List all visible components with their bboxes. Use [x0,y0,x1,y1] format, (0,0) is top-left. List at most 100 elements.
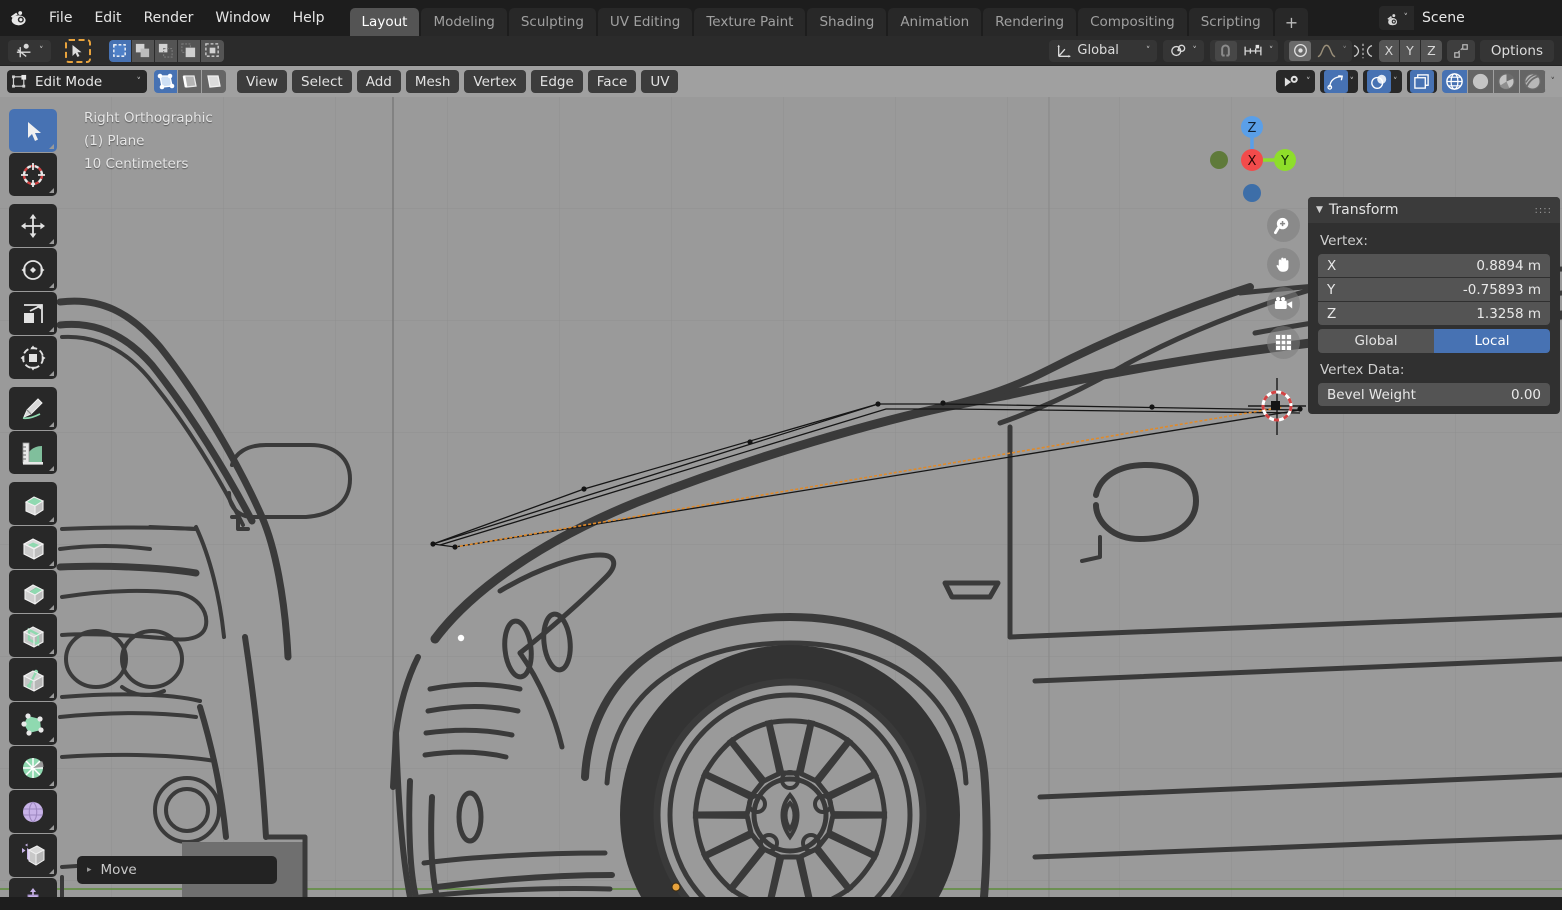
rotate-tool[interactable] [9,248,57,291]
x-mirror-icon[interactable] [1352,42,1374,60]
mesh-select-mode-segment[interactable] [154,70,226,93]
workspace-tab-layout[interactable]: Layout [349,8,420,36]
gizmo-dropdown[interactable]: ˅ [1319,70,1358,93]
viewport-menu-face[interactable]: Face [587,70,637,93]
tweak-tool[interactable] [9,109,57,152]
mode-dropdown[interactable]: Edit Mode ˅ [7,70,147,93]
bevel-weight-field[interactable]: Bevel Weight 0.00 [1318,383,1550,406]
select-tool-highlight[interactable] [64,38,91,63]
3d-viewport[interactable]: Right Orthographic (1) Plane 10 Centimet… [0,97,1562,897]
select-invert-icon[interactable] [177,39,201,62]
viewport-menu-select[interactable]: Select [292,70,352,93]
xray-group[interactable] [1406,70,1437,93]
edge-slide-tool[interactable] [9,834,57,877]
workspace-tab-sculpting[interactable]: Sculpting [508,8,596,36]
proportional-edit-toggle[interactable] [1289,40,1312,61]
rendered-shading-icon[interactable] [1519,70,1546,93]
proportional-editing-group[interactable]: ˅ [1284,39,1352,62]
vertex-select-icon[interactable] [154,70,178,93]
vertex-x-field[interactable]: X 0.8894 m [1318,254,1550,277]
shading-mode-segment[interactable] [1441,70,1546,93]
select-new-icon[interactable] [108,39,132,62]
visibility-dropdown[interactable]: ˅ [1276,70,1315,93]
measure-tool[interactable] [9,431,57,474]
navigation-axis-gizmo[interactable]: Z Y X [1197,105,1307,215]
workspace-tab-modeling[interactable]: Modeling [421,8,507,36]
edge-select-icon[interactable] [178,70,202,93]
operator-panel[interactable]: ▸ Move [77,856,277,884]
poly-build-tool[interactable] [9,702,57,745]
pivot-point-dropdown[interactable]: ˅ [1163,39,1204,62]
menu-window[interactable]: Window [204,5,281,31]
knife-tool[interactable] [9,658,57,701]
menu-help[interactable]: Help [282,5,336,31]
options-button[interactable]: Options [1479,39,1554,62]
menu-render[interactable]: Render [133,5,205,31]
transform-orientation-dropdown[interactable]: Global ˅ [1049,39,1158,62]
loop-cut-tool[interactable] [9,614,57,657]
move-tool[interactable] [9,204,57,247]
chevron-down-icon[interactable]: ˅ [1551,77,1556,87]
cursor-tool[interactable] [9,153,57,196]
vertex-y-field[interactable]: Y -0.75893 m [1318,278,1550,301]
overlays-toggle-button[interactable] [1367,70,1391,93]
toggle-perspective-button[interactable] [1267,326,1300,359]
wireframe-shading-icon[interactable] [1441,70,1468,93]
gizmo-toggle-button[interactable] [1323,70,1348,93]
scale-tool[interactable] [9,292,57,335]
viewport-menu-uv[interactable]: UV [641,70,679,93]
workspace-tab-animation[interactable]: Animation [888,8,982,36]
viewport-menu-add[interactable]: Add [356,70,401,93]
space-local-button[interactable]: Local [1434,329,1550,353]
mirror-axis-x[interactable]: X [1378,39,1400,62]
face-select-icon[interactable] [202,70,226,93]
select-subtract-icon[interactable] [154,39,178,62]
inset-faces-tool[interactable] [9,526,57,569]
mirror-axis-y[interactable]: Y [1399,39,1421,62]
solid-shading-icon[interactable] [1467,70,1494,93]
drag-grip-icon[interactable]: :::: [1535,205,1552,215]
annotate-tool[interactable] [9,387,57,430]
gizmo-z-negative[interactable] [1243,184,1261,202]
scene-selector[interactable]: ˅ [1378,6,1414,30]
vertex-z-field[interactable]: Z 1.3258 m [1318,302,1550,325]
smooth-tool[interactable] [9,790,57,833]
shrink-fatten-tool[interactable] [9,878,57,897]
transform-tool[interactable] [9,336,57,379]
blender-logo-icon[interactable] [0,0,38,36]
select-extend-icon[interactable] [131,39,155,62]
transform-panel-header[interactable]: ▼ Transform :::: [1308,197,1560,223]
select-intersect-icon[interactable] [200,39,224,62]
viewport-menu-vertex[interactable]: Vertex [464,70,526,93]
mirror-axis-z[interactable]: Z [1420,39,1442,62]
bevel-tool[interactable] [9,570,57,613]
workspace-tab-uv-editing[interactable]: UV Editing [597,8,693,36]
menu-edit[interactable]: Edit [83,5,132,31]
active-tool-button[interactable]: ˅ [8,39,51,62]
pan-button[interactable] [1267,248,1300,281]
overlays-dropdown[interactable]: ˅ [1363,70,1402,93]
viewport-menu-edge[interactable]: Edge [530,70,583,93]
zoom-button[interactable] [1267,209,1300,242]
gizmo-y-negative[interactable] [1210,151,1228,169]
workspace-tab-compositing[interactable]: Compositing [1078,8,1187,36]
add-workspace-button[interactable]: + [1274,8,1309,36]
workspace-tab-shading[interactable]: Shading [807,8,887,36]
viewport-menu-view[interactable]: View [237,70,288,93]
snap-toggle-button[interactable] [1214,40,1237,61]
xray-toggle-button[interactable] [1409,70,1434,93]
menu-file[interactable]: File [38,5,83,31]
viewport-menu-mesh[interactable]: Mesh [405,70,460,93]
transform-space-toggle[interactable]: Global Local [1318,329,1550,353]
proportional-connected-button[interactable] [1446,39,1475,62]
workspace-tab-texture-paint[interactable]: Texture Paint [694,8,806,36]
space-global-button[interactable]: Global [1318,329,1434,353]
select-mode-segment[interactable] [108,39,224,62]
workspace-tab-rendering[interactable]: Rendering [983,8,1077,36]
spin-tool[interactable] [9,746,57,789]
snapping-group[interactable]: ˅ [1209,39,1279,62]
material-preview-shading-icon[interactable] [1493,70,1520,93]
camera-view-button[interactable] [1267,287,1300,320]
scene-name-field[interactable]: Scene [1414,6,1554,30]
mirror-axes-segment[interactable]: XYZ [1378,39,1442,62]
